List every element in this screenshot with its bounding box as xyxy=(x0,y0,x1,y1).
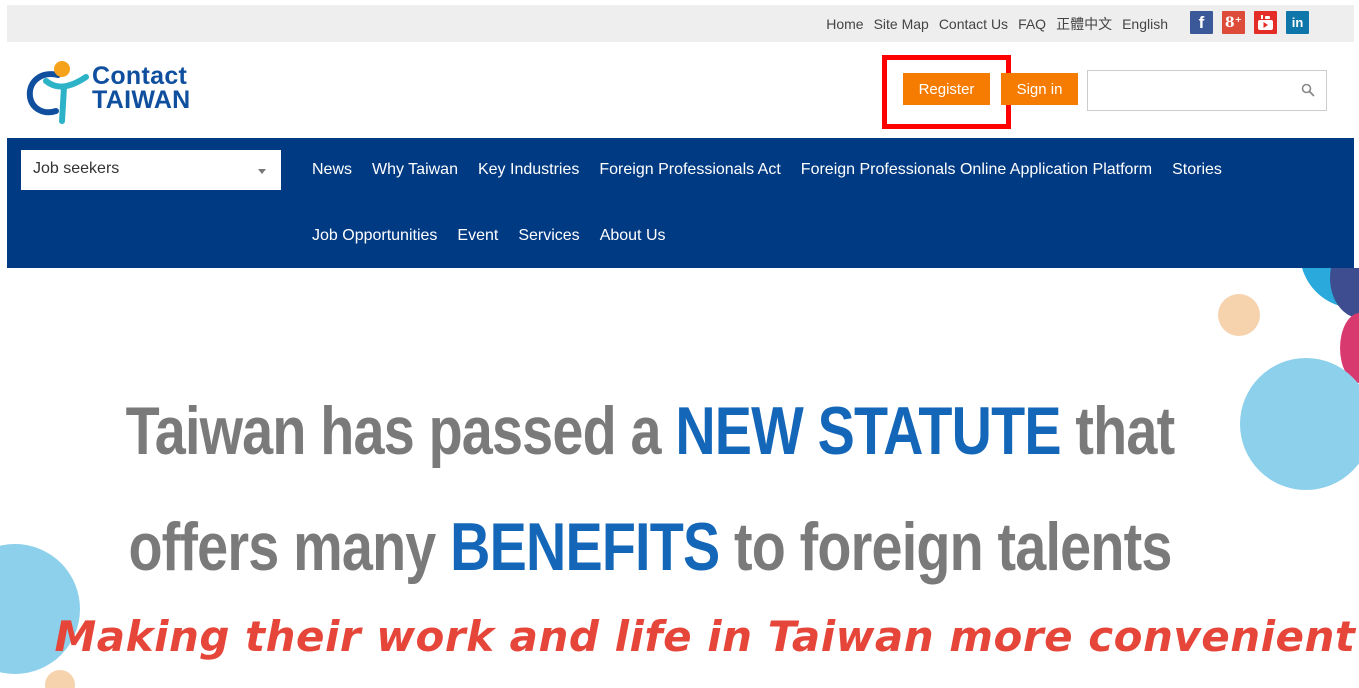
chevron-down-icon xyxy=(258,169,266,174)
nav-row-1: News Why Taiwan Key Industries Foreign P… xyxy=(312,161,1222,179)
headline-1-part-c: that xyxy=(1060,393,1175,469)
hero-tagline: Making their work and life in Taiwan mor… xyxy=(54,612,1356,661)
logo-line-taiwan: TAIWAN xyxy=(92,86,191,114)
top-link-chinese[interactable]: 正體中文 xyxy=(1056,14,1112,34)
decor-circle xyxy=(1240,358,1359,490)
logo-text: Contact TAIWAN xyxy=(92,62,191,114)
nav-item-stories[interactable]: Stories xyxy=(1172,161,1222,179)
nav-item-job-opportunities[interactable]: Job Opportunities xyxy=(312,227,437,245)
headline-2-part-a: offers many xyxy=(128,509,451,585)
headline-2-part-c: to foreign talents xyxy=(719,509,1172,585)
nav-row-2: Job Opportunities Event Services About U… xyxy=(312,227,666,245)
decor-circle xyxy=(1218,294,1260,336)
top-link-faq[interactable]: FAQ xyxy=(1018,16,1046,32)
hero-headline-line-2: offers many BENEFITS to foreign talents xyxy=(117,512,1183,582)
logo-mark-icon xyxy=(26,61,89,124)
top-link-english[interactable]: English xyxy=(1122,16,1168,32)
nav-item-services[interactable]: Services xyxy=(518,227,579,245)
nav-item-event[interactable]: Event xyxy=(457,227,498,245)
facebook-icon[interactable]: f xyxy=(1190,11,1213,34)
nav-item-about-us[interactable]: About Us xyxy=(600,227,666,245)
register-highlight-box xyxy=(882,55,1011,129)
top-link-contact-us[interactable]: Contact Us xyxy=(939,16,1008,32)
nav-item-key-industries[interactable]: Key Industries xyxy=(478,161,579,179)
top-utility-bar: Home Site Map Contact Us FAQ 正體中文 Englis… xyxy=(7,5,1354,42)
decor-circle xyxy=(1330,268,1359,318)
sign-in-button[interactable]: Sign in xyxy=(1001,73,1078,105)
audience-select[interactable]: Job seekers xyxy=(21,150,281,190)
audience-select-value: Job seekers xyxy=(33,160,120,177)
main-navigation: Job seekers News Why Taiwan Key Industri… xyxy=(7,138,1354,268)
nav-item-foreign-professionals-act[interactable]: Foreign Professionals Act xyxy=(599,161,780,179)
linkedin-icon[interactable]: in xyxy=(1286,11,1309,34)
logo-line-contact: Contact xyxy=(92,62,188,90)
decor-circle xyxy=(45,670,75,688)
hero-headline-line-1: Taiwan has passed a NEW STATUTE that xyxy=(117,396,1183,466)
nav-item-online-application-platform[interactable]: Foreign Professionals Online Application… xyxy=(801,161,1152,179)
top-link-site-map[interactable]: Site Map xyxy=(874,16,929,32)
headline-2-highlight: BENEFITS xyxy=(450,509,720,585)
search-input[interactable] xyxy=(1088,71,1293,110)
search-box xyxy=(1087,70,1327,111)
headline-1-highlight: NEW STATUTE xyxy=(675,393,1061,469)
youtube-glyph xyxy=(1258,15,1273,30)
google-plus-icon[interactable]: 8⁺ xyxy=(1222,11,1245,34)
nav-item-news[interactable]: News xyxy=(312,161,352,179)
headline-1-part-a: Taiwan has passed a xyxy=(125,393,676,469)
youtube-icon[interactable] xyxy=(1254,11,1277,34)
social-links: f 8⁺ in xyxy=(1190,11,1309,34)
nav-item-why-taiwan[interactable]: Why Taiwan xyxy=(372,161,458,179)
hero-banner[interactable]: Taiwan has passed a NEW STATUTE that off… xyxy=(0,268,1359,688)
top-link-home[interactable]: Home xyxy=(826,16,863,32)
top-links: Home Site Map Contact Us FAQ 正體中文 Englis… xyxy=(826,5,1168,42)
search-icon[interactable] xyxy=(1300,82,1316,98)
